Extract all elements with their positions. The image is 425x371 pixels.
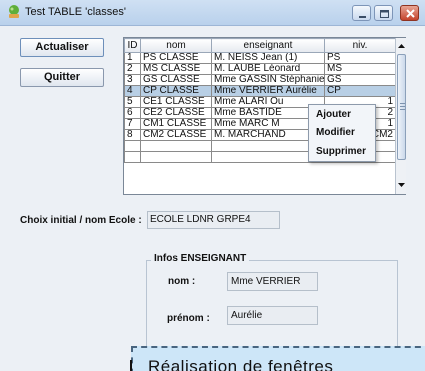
cursor-mark [130,360,132,371]
scroll-up-arrow-icon[interactable] [396,40,407,52]
cell-id[interactable]: 2 [124,63,141,75]
maximize-icon [380,10,389,18]
cell-niv[interactable]: CP [324,85,396,97]
caption-text: Réalisation de fenêtres [148,357,334,371]
cell-niv[interactable]: GS [324,74,396,86]
cell-nom[interactable]: CE2 CLASSE [140,107,212,119]
menu-item-supprimer[interactable]: Supprimer [316,145,366,159]
minimize-button[interactable] [352,5,371,21]
menu-item-ajouter[interactable]: Ajouter [316,108,351,122]
prenom-label: prénom : [167,313,210,324]
quitter-button[interactable]: Quitter [20,68,104,87]
cell-id[interactable]: 6 [124,107,141,119]
close-icon [406,9,415,18]
column-header-enseignant[interactable]: enseignant [211,38,325,53]
thumb-grip [400,103,405,104]
table-vertical-scrollbar[interactable] [395,38,406,194]
java-app-icon [9,5,19,18]
nom-label: nom : [168,276,196,287]
table-row[interactable]: 2 MS CLASSE M. LAUBE Léonard MS [124,63,396,75]
thumb-grip [400,106,405,107]
cell-niv[interactable]: MS [324,63,396,75]
scrollbar-thumb[interactable] [397,54,406,160]
minimize-icon [359,16,366,18]
cell-nom[interactable]: CM1 CLASSE [140,118,212,130]
application-window: Test TABLE 'classes' Actualiser Quitter [0,0,425,371]
cell-id[interactable]: 3 [124,74,141,86]
cell-enseignant[interactable]: M. LAUBE Léonard [211,63,325,75]
thumb-grip [400,109,405,110]
choix-ecole-field[interactable]: ECOLE LDNR GRPE4 [147,211,280,229]
cell-id[interactable]: 8 [124,129,141,141]
cell-enseignant[interactable]: M. NEISS Jean (1) [211,52,325,64]
cell-nom[interactable]: CM2 CLASSE [140,129,212,141]
group-title: Infos ENSEIGNANT [151,253,250,264]
cell-niv[interactable]: PS [324,52,396,64]
table-header-row: ID nom enseignant niv. [124,38,396,53]
context-menu: Ajouter Modifier Supprimer [308,104,376,162]
cell-id[interactable]: 4 [124,85,141,97]
scroll-down-arrow-icon[interactable] [396,179,407,191]
column-header-id[interactable]: ID [124,38,141,53]
column-header-nom[interactable]: nom [140,38,212,53]
menu-item-modifier[interactable]: Modifier [316,126,355,140]
cell-nom[interactable]: PS CLASSE [140,52,212,64]
cell-id[interactable]: 5 [124,96,141,108]
cell-enseignant[interactable]: Mme GASSIN Stéphanie [211,74,325,86]
table-row[interactable]: 1 PS CLASSE M. NEISS Jean (1) PS [124,52,396,64]
cell-nom[interactable]: GS CLASSE [140,74,212,86]
cell-enseignant[interactable]: Mme VERRIER Aurélie [211,85,325,97]
cell-nom[interactable]: CP CLASSE [140,85,212,97]
close-button[interactable] [400,5,419,21]
nom-field[interactable]: Mme VERRIER [227,272,318,291]
actualiser-button[interactable]: Actualiser [20,38,104,57]
maximize-button[interactable] [374,5,393,21]
window-title: Test TABLE 'classes' [25,6,126,18]
title-bar[interactable]: Test TABLE 'classes' [0,0,425,26]
cell-id[interactable]: 7 [124,118,141,130]
table-row-selected[interactable]: 4 CP CLASSE Mme VERRIER Aurélie CP [124,85,396,97]
cell-nom[interactable]: MS CLASSE [140,63,212,75]
prenom-field[interactable]: Aurélie [227,306,318,325]
table-row[interactable]: 3 GS CLASSE Mme GASSIN Stéphanie GS [124,74,396,86]
cell-nom[interactable]: CE1 CLASSE [140,96,212,108]
choix-label: Choix initial / nom Ecole : [20,215,142,226]
column-header-niv[interactable]: niv. [324,38,396,53]
cell-id[interactable]: 1 [124,52,141,64]
